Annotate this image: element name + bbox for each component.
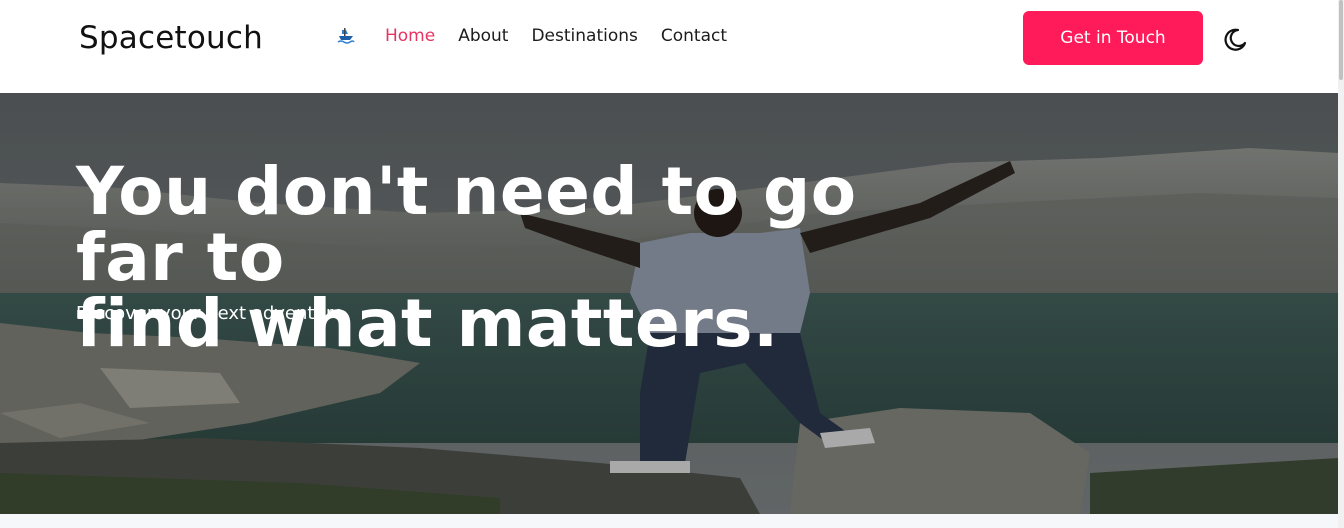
get-in-touch-button[interactable]: Get in Touch [1023, 11, 1203, 65]
hero-title: You don't need to go far to find what ma… [76, 159, 976, 357]
brand-logo[interactable]: Spacetouch [79, 20, 263, 56]
moon-icon[interactable] [1220, 25, 1250, 55]
page-bottom-strip [0, 514, 1338, 528]
main-nav: Home About Destinations Contact [336, 26, 750, 46]
scrollbar[interactable] [1338, 0, 1344, 528]
nav-about[interactable]: About [458, 26, 508, 46]
scrollbar-thumb[interactable] [1339, 0, 1343, 80]
nav-home[interactable]: Home [385, 26, 435, 46]
nav-contact[interactable]: Contact [661, 26, 727, 46]
hero-title-line-1: You don't need to go far to [76, 153, 857, 296]
nav-destinations[interactable]: Destinations [531, 26, 637, 46]
site-header: Spacetouch Home About Destinations Conta… [0, 0, 1338, 93]
hero-subtitle: Discover your next adventure [76, 303, 344, 324]
hero-section: You don't need to go far to find what ma… [0, 93, 1338, 514]
boat-icon[interactable] [336, 26, 356, 46]
page: Spacetouch Home About Destinations Conta… [0, 0, 1344, 528]
